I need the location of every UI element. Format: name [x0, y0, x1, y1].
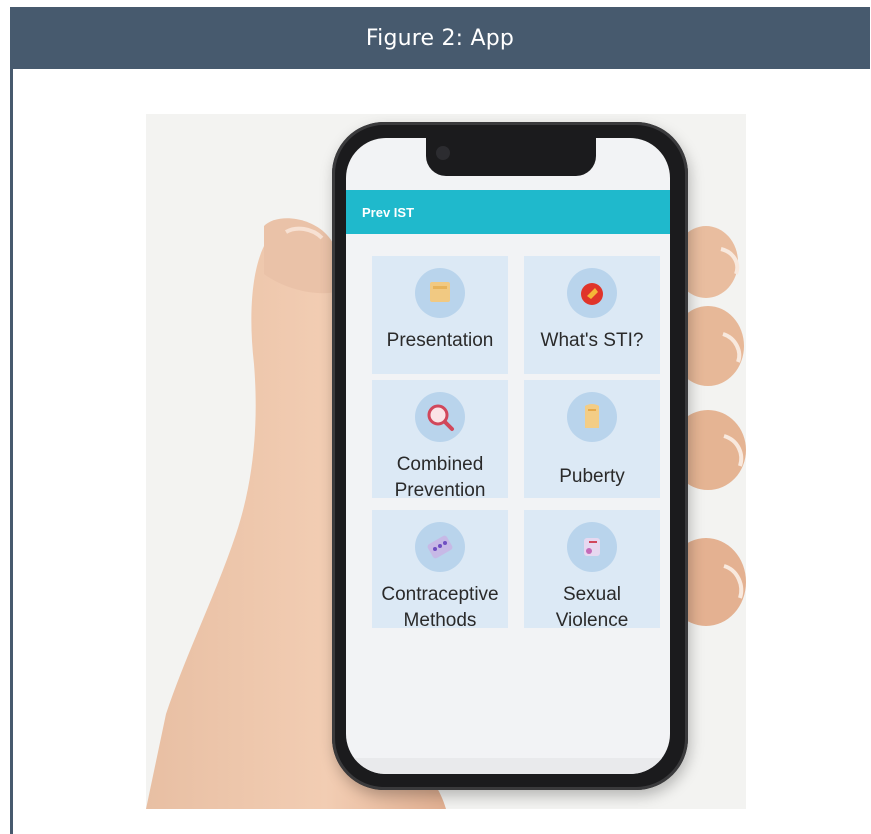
tile-combined-prevention[interactable]: Combined Prevention: [372, 380, 508, 501]
phone-screen: Prev IST Presentation What's STI? Combin…: [346, 138, 670, 774]
screen-bottom-bar: [346, 758, 670, 774]
app-bar: Prev IST: [346, 190, 670, 234]
camera-icon: [436, 146, 450, 160]
phone-notch: [426, 138, 596, 176]
figure-border: [10, 69, 13, 834]
smartphone: Prev IST Presentation What's STI? Combin…: [332, 122, 688, 790]
figure-title: Figure 2: App: [365, 25, 515, 51]
tile-label-line2: Prevention: [394, 479, 486, 501]
tile-label: Contraceptive: [381, 584, 499, 605]
tile-label: Puberty: [559, 466, 625, 487]
sti-info-icon: [567, 268, 617, 318]
violence-icon: [567, 522, 617, 572]
magnifier-icon: [415, 392, 465, 442]
presentation-icon: [415, 268, 465, 318]
tile-label: What's STI?: [540, 330, 644, 351]
tile-label-line2: Methods: [403, 609, 477, 631]
tile-label: Combined: [396, 454, 484, 475]
tile-label-line2: Violence: [555, 609, 629, 631]
tile-contraceptive-methods[interactable]: Contraceptive Methods: [372, 510, 508, 631]
figure-header: Figure 2: App: [10, 7, 870, 69]
tile-whats-sti[interactable]: What's STI?: [524, 256, 660, 374]
phone-photo: Prev IST Presentation What's STI? Combin…: [146, 114, 746, 809]
tile-sexual-violence[interactable]: Sexual Violence: [524, 510, 660, 631]
pill-pack-icon: [415, 522, 465, 572]
tile-label: Sexual: [562, 584, 622, 605]
tile-presentation[interactable]: Presentation: [372, 256, 508, 374]
tile-label: Presentation: [386, 330, 494, 351]
tile-puberty[interactable]: Puberty: [524, 380, 660, 498]
app-title: Prev IST: [362, 204, 415, 220]
puberty-icon: [567, 392, 617, 442]
